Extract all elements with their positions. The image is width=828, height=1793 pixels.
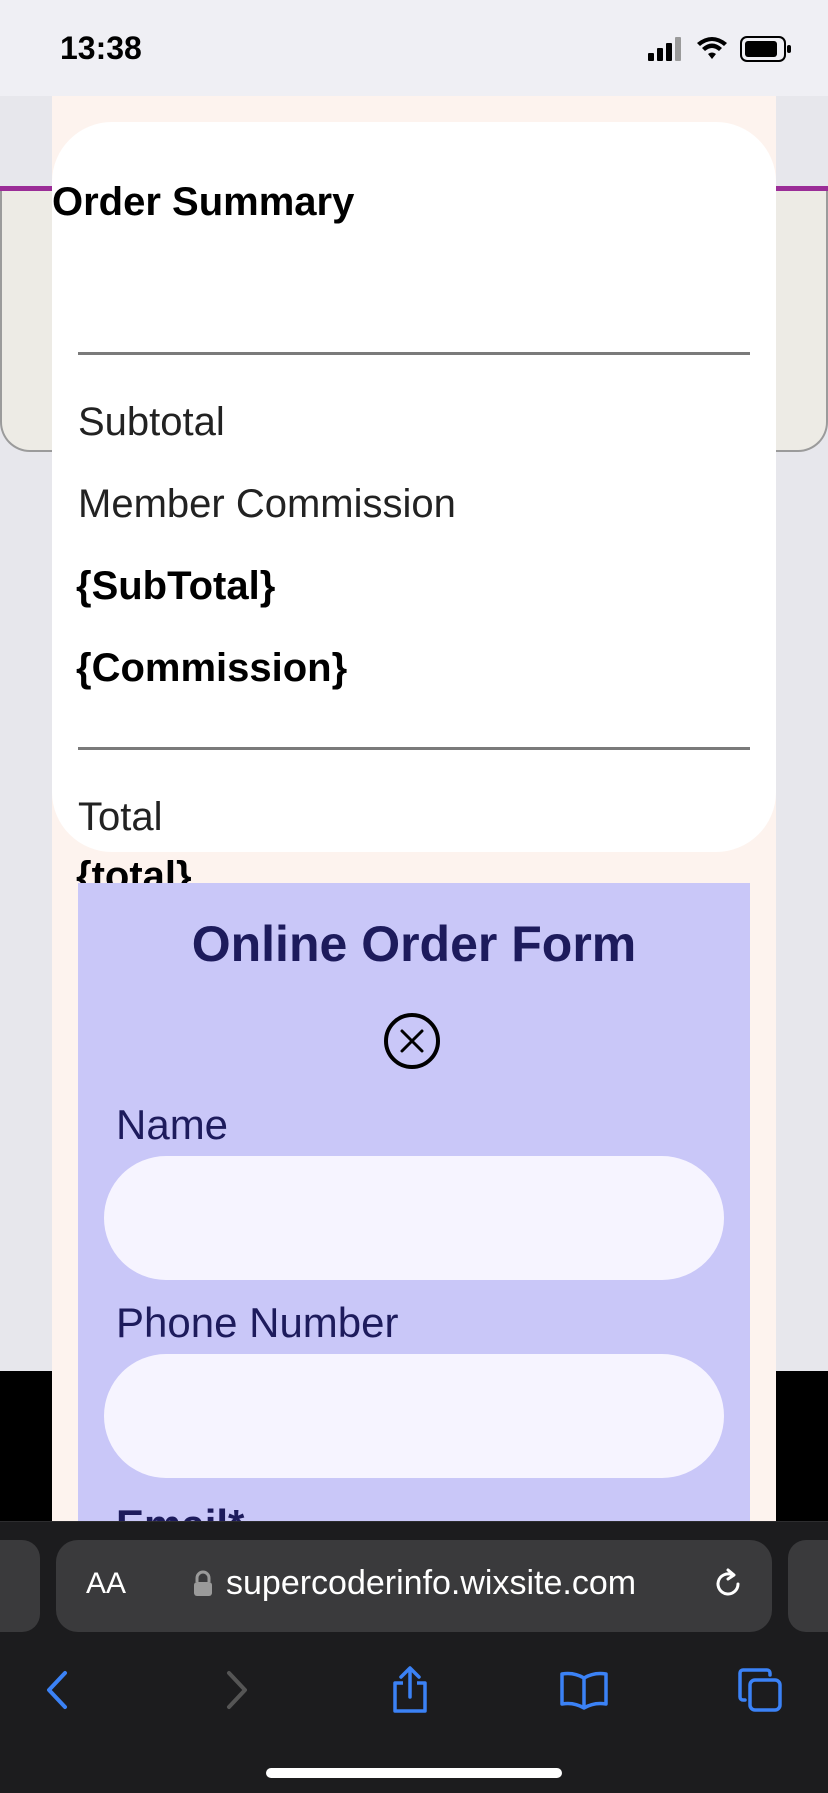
tabs-button[interactable]	[730, 1660, 790, 1720]
form-title: Online Order Form	[191, 916, 637, 972]
name-input[interactable]	[104, 1156, 724, 1280]
wifi-icon	[697, 37, 727, 59]
next-tab-peek[interactable]	[788, 1540, 828, 1632]
cellular-signal-icon	[648, 37, 681, 61]
close-icon	[400, 1029, 424, 1053]
subtotal-label: Subtotal	[78, 400, 225, 444]
status-bar: 13:38	[0, 0, 828, 96]
tabs-icon	[738, 1668, 782, 1712]
status-time: 13:38	[60, 30, 142, 66]
share-icon	[393, 1666, 427, 1713]
summary-divider-bottom	[78, 747, 750, 750]
phone-number-input[interactable]	[104, 1354, 724, 1478]
lock-icon	[194, 1570, 212, 1596]
url-text[interactable]: supercoderinfo.wixsite.com	[226, 1564, 636, 1603]
browser-toolbar: AA supercoderinfo.wixsite.com	[0, 1521, 828, 1793]
status-icons	[648, 36, 792, 62]
subtotal-value: {SubTotal}	[76, 564, 276, 608]
bookmarks-button[interactable]	[554, 1660, 614, 1720]
order-lightbox: Order Summary Subtotal Member Commission…	[52, 96, 776, 1521]
home-indicator	[266, 1768, 562, 1778]
name-label: Name	[116, 1101, 229, 1148]
previous-tab-peek[interactable]	[0, 1540, 40, 1632]
order-summary-card: Order Summary Subtotal Member Commission…	[52, 122, 776, 852]
reload-icon[interactable]	[710, 1566, 746, 1602]
chevron-left-icon	[47, 1671, 67, 1709]
total-label: Total	[78, 795, 163, 839]
address-bar[interactable]: AA supercoderinfo.wixsite.com	[56, 1540, 772, 1632]
chevron-right-icon	[227, 1671, 247, 1709]
email-label: Email*	[116, 1501, 244, 1521]
commission-label: Member Commission	[78, 482, 456, 526]
reader-options-button[interactable]: AA	[86, 1567, 126, 1601]
battery-icon	[740, 36, 791, 62]
phone-number-label: Phone Number	[116, 1299, 399, 1346]
close-button[interactable]	[384, 1013, 440, 1069]
order-summary-title: Order Summary	[52, 180, 355, 224]
commission-value: {Commission}	[76, 646, 348, 690]
book-icon	[560, 1671, 608, 1710]
back-button[interactable]	[28, 1660, 88, 1720]
summary-divider-top	[78, 352, 750, 355]
forward-button[interactable]	[206, 1660, 266, 1720]
share-button[interactable]	[380, 1660, 440, 1720]
online-order-form: Online Order Form Name Phone Number Emai…	[78, 883, 750, 1521]
browser-nav-row	[0, 1650, 828, 1730]
